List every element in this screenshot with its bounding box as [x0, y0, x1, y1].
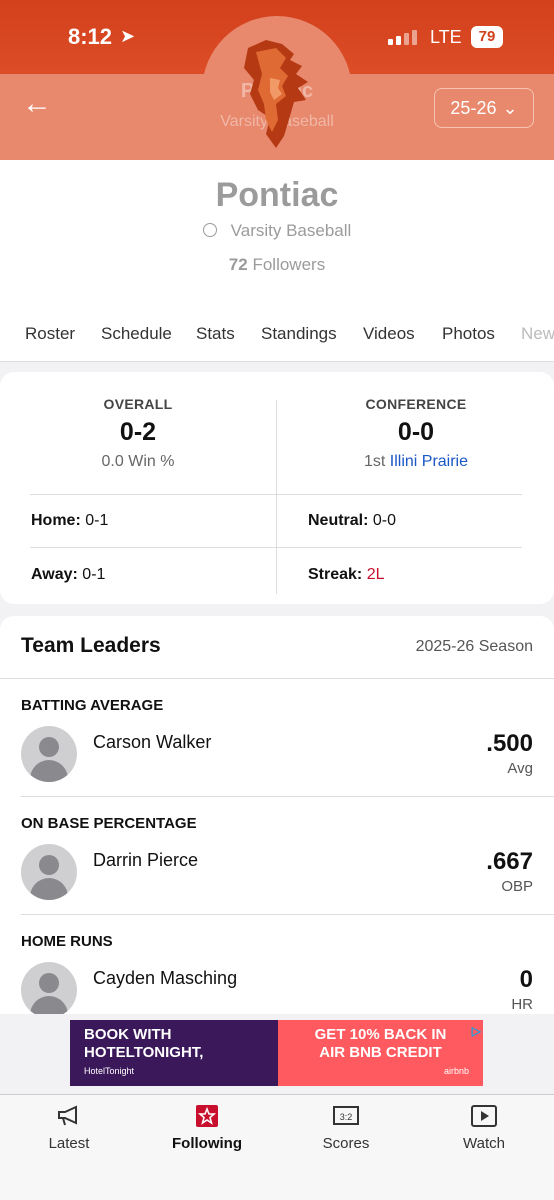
streak-record: Streak: 2L [308, 566, 385, 584]
tab-roster[interactable]: Roster [25, 324, 75, 344]
nav-following-label: Following [172, 1135, 242, 1152]
adchoices-icon[interactable]: ▷ [472, 1022, 481, 1040]
season-selector-label: 25-26 [450, 97, 497, 118]
overall-label: OVERALL [103, 396, 173, 412]
tab-standings[interactable]: Standings [261, 324, 337, 344]
avatar [21, 962, 77, 1018]
baseball-icon [202, 223, 217, 237]
leader-category: BATTING AVERAGE [21, 697, 164, 714]
nav-scores[interactable]: 3:2 Scores [277, 1103, 415, 1152]
nav-latest[interactable]: Latest [0, 1103, 138, 1152]
leader-player-name[interactable]: Cayden Masching [93, 968, 237, 989]
home-record: Home: 0-1 [31, 512, 108, 530]
neutral-label: Neutral: [308, 512, 369, 529]
bottom-nav: Latest Following 3:2 Scores Watch [0, 1094, 554, 1200]
leader-unit: HR [511, 996, 533, 1013]
home-value: 0-1 [85, 512, 109, 529]
team-name: Pontiac [215, 176, 339, 214]
neutral-value: 0-0 [372, 512, 397, 529]
divider [21, 914, 554, 915]
nav-watch[interactable]: Watch [415, 1103, 553, 1152]
ad-right-panel: GET 10% BACK IN AIR BNB CREDIT airbnb ▷ [278, 1020, 483, 1086]
followers-number: 72 [228, 255, 248, 274]
location-arrow-icon: ➤ [120, 26, 136, 46]
ad-right-line2: AIR BNB CREDIT [319, 1044, 442, 1061]
tab-stats[interactable]: Stats [196, 324, 235, 344]
followers-label: Followers [252, 255, 326, 274]
star-icon [196, 1105, 218, 1127]
divider [0, 678, 554, 679]
sport-label: Varsity Baseball [230, 221, 352, 240]
nav-scores-label: Scores [322, 1135, 370, 1152]
season-selector[interactable]: 25-26 ⌄ [434, 88, 534, 128]
conference-value: 0-0 [397, 418, 435, 446]
leader-value: .667 [486, 848, 533, 875]
ad-left-panel: BOOK WITH HOTELTONIGHT, HotelTonight [70, 1020, 278, 1086]
conference-link[interactable]: Illini Prairie [390, 453, 468, 470]
team-sport: Varsity Baseball [0, 221, 554, 241]
ad-creative[interactable]: BOOK WITH HOTELTONIGHT, HotelTonight GET… [70, 1020, 483, 1086]
ad-left-line2: HOTELTONIGHT, [84, 1044, 204, 1061]
home-label: Home: [31, 512, 81, 529]
nav-following[interactable]: Following [138, 1103, 276, 1152]
team-leaders-season: 2025-26 Season [415, 638, 533, 655]
leader-unit: OBP [501, 878, 533, 895]
divider [30, 494, 522, 495]
overall-value: 0-2 [119, 418, 157, 446]
divider [276, 400, 277, 594]
leader-player-name[interactable]: Darrin Pierce [93, 850, 198, 871]
leader-category: HOME RUNS [21, 933, 113, 950]
nav-latest-label: Latest [48, 1135, 90, 1152]
neutral-record: Neutral: 0-0 [308, 512, 396, 530]
away-value: 0-1 [82, 566, 106, 583]
tab-schedule[interactable]: Schedule [101, 324, 172, 344]
svg-text:3:2: 3:2 [340, 1112, 353, 1122]
leader-unit: Avg [507, 760, 533, 777]
chevron-down-icon: ⌄ [502, 97, 518, 118]
scoreboard-icon: 3:2 [333, 1106, 359, 1125]
away-label: Away: [31, 566, 78, 583]
leader-value: 0 [519, 966, 533, 993]
away-record: Away: 0-1 [31, 566, 105, 584]
leader-value: .500 [486, 730, 533, 757]
status-time: 8:12 [68, 24, 113, 49]
megaphone-icon [58, 1105, 77, 1126]
ad-left-line1: BOOK WITH [84, 1026, 172, 1043]
ad-right-brand: airbnb [443, 1066, 469, 1076]
nav-watch-label: Watch [463, 1135, 505, 1152]
followers-count[interactable]: 72 Followers [0, 255, 554, 275]
battery-icon: 79 [471, 26, 503, 48]
streak-label: Streak: [308, 566, 363, 583]
ad-right-line1: GET 10% BACK IN [314, 1026, 447, 1043]
ad-left-brand: HotelTonight [84, 1066, 135, 1076]
win-percentage: 0.0 Win % [101, 453, 175, 470]
tab-videos[interactable]: Videos [363, 324, 415, 344]
conference-standing: 1st Illini Prairie [278, 453, 554, 471]
signal-icon [388, 30, 417, 45]
avatar [21, 844, 77, 900]
tab-news[interactable]: New [521, 324, 554, 344]
divider [30, 547, 522, 548]
record-card: OVERALL 0-2 0.0 Win % CONFERENCE 0-0 1st… [0, 372, 554, 604]
team-leaders-title: Team Leaders [21, 634, 161, 657]
tab-photos[interactable]: Photos [442, 324, 495, 344]
leader-player-name[interactable]: Carson Walker [93, 732, 211, 753]
team-tabs: Roster Schedule Stats Standings Videos P… [0, 316, 554, 362]
network-type: LTE [430, 27, 462, 47]
overall-record: OVERALL 0-2 0.0 Win % [0, 396, 276, 471]
play-icon [471, 1105, 497, 1127]
back-arrow-icon[interactable]: ← [22, 89, 52, 122]
leader-category: ON BASE PERCENTAGE [21, 815, 197, 832]
divider [21, 796, 554, 797]
conference-rank: 1st [363, 453, 386, 470]
team-logo [244, 40, 308, 148]
ad-banner: BOOK WITH HOTELTONIGHT, HotelTonight GET… [0, 1014, 554, 1094]
avatar [21, 726, 77, 782]
team-leaders-card: Team Leaders 2025-26 Season BATTING AVER… [0, 616, 554, 1036]
conference-record: CONFERENCE 0-0 1st Illini Prairie [278, 396, 554, 471]
conference-label: CONFERENCE [365, 396, 467, 412]
streak-value: 2L [366, 566, 385, 583]
